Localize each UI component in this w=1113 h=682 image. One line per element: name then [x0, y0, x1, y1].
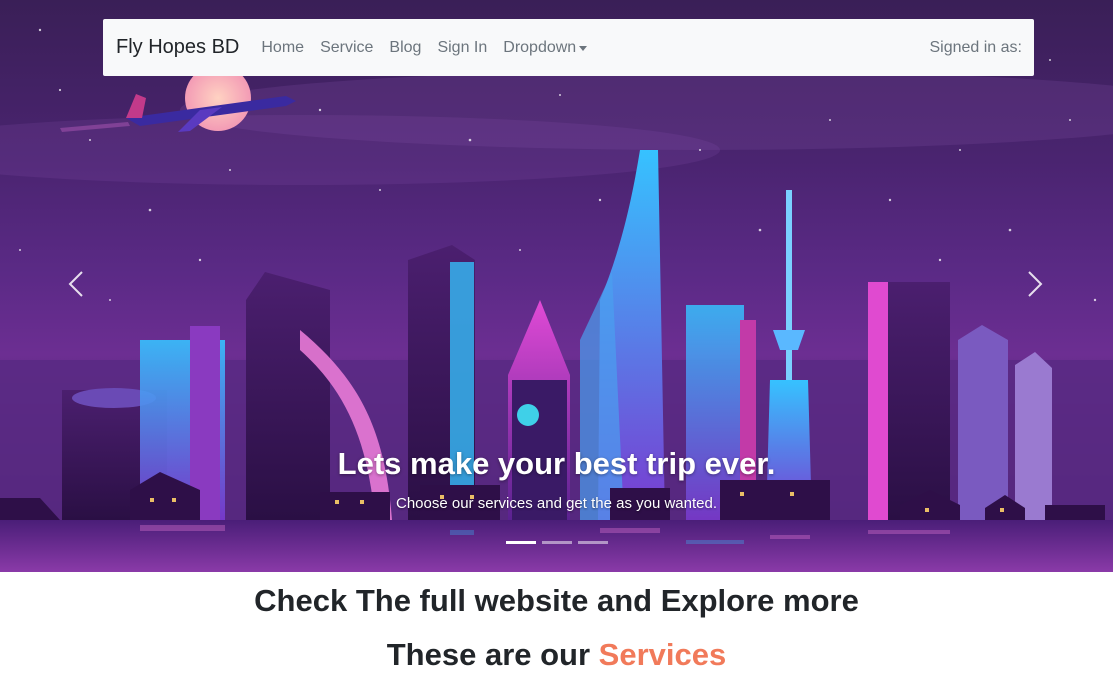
services-heading-accent: Services: [598, 637, 727, 672]
carousel-prev-button[interactable]: [56, 264, 96, 304]
hero-carousel: Fly Hopes BD Home Service Blog Sign In D…: [0, 0, 1113, 572]
services-heading: These are our Services: [0, 637, 1113, 673]
carousel-indicator-3[interactable]: [577, 541, 608, 544]
brand-logo-link[interactable]: Fly Hopes BD: [116, 36, 239, 59]
chevron-left-icon: [68, 271, 83, 297]
explore-headline: Check The full website and Explore more: [254, 583, 859, 618]
top-navbar: Fly Hopes BD Home Service Blog Sign In D…: [103, 19, 1034, 76]
services-heading-prefix: These are our: [386, 637, 599, 672]
carousel-caption-text: Choose our services and get the as you w…: [395, 495, 718, 512]
caret-down-icon: [579, 45, 588, 51]
carousel-indicators: [0, 541, 1113, 544]
nav-link-service[interactable]: Service: [320, 39, 373, 57]
carousel-indicator-2[interactable]: [541, 541, 572, 544]
chevron-right-icon: [1028, 271, 1043, 297]
carousel-indicator-1[interactable]: [505, 541, 536, 544]
city-skyline-illustration: [0, 28, 1113, 572]
carousel-caption-title: Lets make your best trip ever.: [337, 446, 776, 481]
nav-link-blog[interactable]: Blog: [389, 39, 421, 57]
dropdown-label: Dropdown: [503, 38, 577, 56]
carousel-next-button[interactable]: [1015, 264, 1055, 304]
nav-dropdown-toggle[interactable]: Dropdown: [503, 38, 588, 57]
nav-link-home[interactable]: Home: [261, 39, 304, 57]
nav-link-sign-in[interactable]: Sign In: [437, 39, 487, 57]
signed-in-text: Signed in as:: [929, 38, 1022, 56]
